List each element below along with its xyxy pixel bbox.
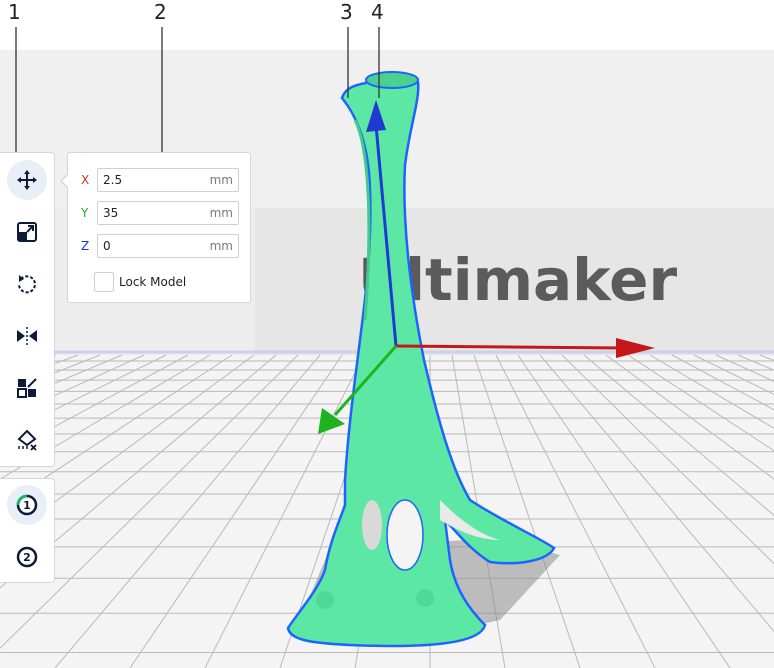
extruder-1-icon: 1 (16, 494, 38, 516)
model-top-opening (365, 71, 419, 89)
per-model-settings-icon (17, 378, 37, 398)
x-axis-label: X (81, 173, 90, 187)
lock-model-checkbox[interactable] (94, 272, 114, 292)
y-position-input[interactable]: 35 mm (97, 201, 239, 225)
move-tool-button[interactable] (7, 160, 47, 200)
model-foot-right (416, 589, 434, 607)
model-hole-left (362, 500, 382, 550)
support-blocker-tool-button[interactable] (7, 420, 47, 460)
x-position-input[interactable]: 2.5 mm (97, 168, 239, 192)
support-blocker-icon (17, 429, 37, 451)
rotate-icon (18, 275, 36, 294)
svg-text:1: 1 (23, 499, 31, 512)
z-position-unit: mm (209, 239, 233, 253)
callout-1: 1 (8, 0, 21, 24)
extruder-2-button[interactable]: 2 (7, 537, 47, 577)
y-position-row: Y 35 mm (68, 201, 252, 227)
model-hole-center (386, 499, 424, 571)
rotate-tool-button[interactable] (7, 264, 47, 304)
per-model-settings-tool-button[interactable] (7, 368, 47, 408)
callout-4: 4 (371, 0, 384, 24)
build-plate-viewport[interactable]: Ultimaker (0, 0, 774, 668)
move-settings-panel: X 2.5 mm Y 35 mm Z 0 mm Lock Model (60, 152, 252, 303)
mirror-tool-button[interactable] (7, 316, 47, 356)
y-position-unit: mm (209, 206, 233, 220)
y-axis-label: Y (81, 206, 89, 220)
callout-3: 3 (340, 0, 353, 24)
z-position-input[interactable]: 0 mm (97, 234, 239, 258)
tool-toolbar (0, 152, 55, 467)
move-icon (17, 170, 37, 190)
scale-icon (17, 222, 37, 242)
callout-2: 2 (154, 0, 167, 24)
y-position-value: 35 (103, 206, 119, 220)
extruder-1-button[interactable]: 1 (7, 485, 47, 525)
z-axis-label: Z (81, 239, 90, 253)
lock-model-label: Lock Model (119, 275, 187, 289)
svg-text:2: 2 (23, 551, 31, 564)
z-position-row: Z 0 mm (68, 234, 252, 260)
extruder-toolbar: 1 2 (0, 478, 55, 583)
x-position-row: X 2.5 mm (68, 168, 252, 194)
x-axis-handle (395, 344, 626, 350)
extruder-2-icon: 2 (16, 546, 38, 568)
x-position-unit: mm (209, 173, 233, 187)
mirror-icon (17, 327, 37, 345)
model-foot-left (316, 591, 334, 609)
x-position-value: 2.5 (103, 173, 123, 187)
z-position-value: 0 (103, 239, 111, 253)
scale-tool-button[interactable] (7, 212, 47, 252)
